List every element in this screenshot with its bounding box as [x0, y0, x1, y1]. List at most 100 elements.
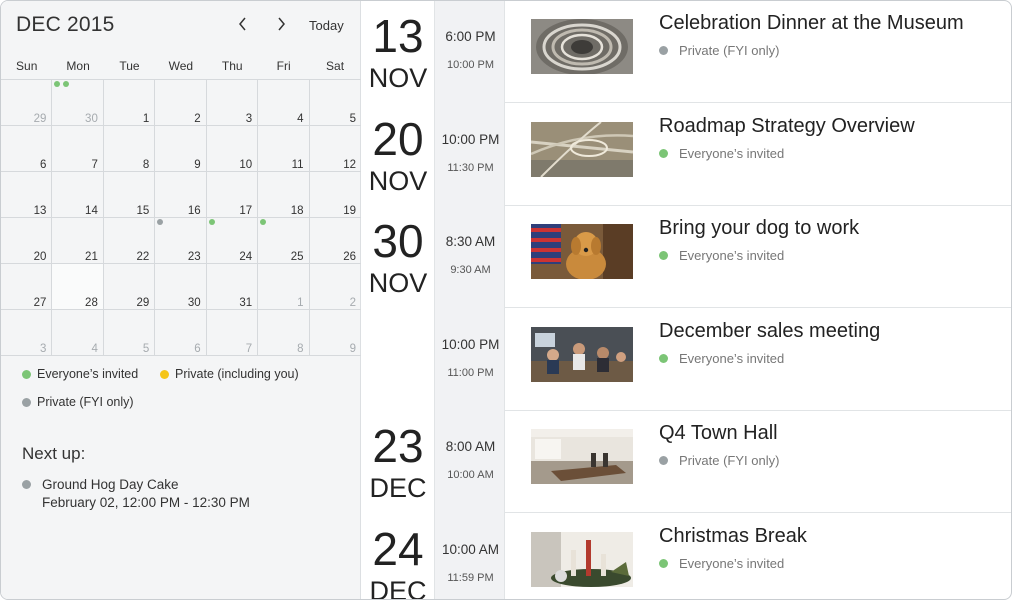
calendar-day-cell[interactable]: 30	[52, 80, 104, 126]
day-number: 27	[33, 297, 47, 309]
calendar-day-cell[interactable]: 1	[258, 264, 310, 310]
event-status: Everyone’s invited	[659, 248, 784, 263]
day-number: 23	[187, 251, 201, 263]
calendar-day-cell[interactable]: 8	[103, 126, 156, 172]
weekday-label: Wed	[168, 59, 194, 73]
event-day-number: 23	[372, 420, 424, 472]
calendar-day-cell[interactable]: 4	[52, 310, 104, 356]
event-row[interactable]: 30 NOV 8:30 AM 9:30 AM Bring your dog to wo…	[362, 206, 1011, 309]
calendar-day-cell[interactable]: 18	[258, 172, 310, 218]
calendar-day-cell[interactable]: 6	[155, 310, 207, 356]
event-row[interactable]: 23 DEC 8:00 AM 10:00 AM Q4 Town Hall Private…	[362, 411, 1011, 514]
today-button[interactable]: Today	[309, 18, 344, 33]
calendar-day-cell[interactable]: 27	[1, 264, 53, 310]
day-number: 5	[349, 113, 356, 125]
calendar-day-cell[interactable]: 1	[103, 80, 156, 126]
day-number: 13	[33, 205, 47, 217]
event-time: 10:00 PM 11:30 PM	[434, 103, 505, 207]
status-dot-icon	[659, 148, 668, 158]
event-row[interactable]: 13 NOV 6:00 PM 10:00 PM Celebration Dinner …	[362, 1, 1011, 104]
calendar-day-cell[interactable]: 5	[309, 80, 361, 126]
golden-retriever-image	[531, 224, 633, 279]
calendar-day-cell[interactable]: 17	[206, 172, 259, 218]
event-row[interactable]: 20 NOV 10:00 PM 11:30 PM Roadmap Strategy O…	[362, 103, 1011, 207]
day-number: 18	[290, 205, 304, 217]
calendar-day-cell[interactable]: 31	[206, 264, 259, 310]
next-up-event[interactable]: Ground Hog Day Cake February 02, 12:00 P…	[22, 476, 250, 512]
calendar-day-cell[interactable]: 15	[103, 172, 156, 218]
event-start-time: 10:00 PM	[441, 336, 500, 352]
calendar-day-cell[interactable]: 11	[258, 126, 310, 172]
event-thumbnail[interactable]	[531, 531, 633, 587]
event-row[interactable]: 10:00 PM 11:00 PM December sales meeting E…	[362, 308, 1011, 412]
calendar-day-cell[interactable]: 3	[206, 80, 259, 126]
calendar-day-cell[interactable]: 25	[258, 218, 310, 264]
month-grid: 29 30 1 2 3 4 5 6 7 8 9 10 11 12 13 14 15 16 17 18 19 20 21 22 2…	[1, 79, 361, 356]
calendar-day-cell[interactable]: 6	[1, 126, 53, 172]
calendar-day-cell[interactable]: 24	[206, 218, 259, 264]
event-title[interactable]: Q4 Town Hall	[659, 422, 778, 445]
calendar-day-cell[interactable]: 22	[103, 218, 156, 264]
calendar-day-cell[interactable]: 19	[309, 172, 361, 218]
event-thumbnail[interactable]	[531, 19, 633, 74]
day-number: 2	[349, 297, 356, 309]
next-month-button[interactable]	[271, 13, 291, 35]
calendar-day-cell[interactable]: 29	[1, 80, 53, 126]
gray-dot-icon	[22, 480, 31, 489]
calendar-day-cell[interactable]: 14	[52, 172, 104, 218]
event-thumbnail[interactable]	[531, 121, 633, 177]
calendar-day-cell[interactable]: 28	[52, 264, 104, 310]
calendar-day-cell[interactable]: 29	[103, 264, 156, 310]
event-time: 10:00 AM 11:59 PM	[434, 513, 505, 599]
day-number: 9	[349, 343, 356, 355]
event-title[interactable]: Roadmap Strategy Overview	[659, 115, 915, 138]
calendar-day-cell[interactable]: 9	[155, 126, 207, 172]
event-title[interactable]: December sales meeting	[659, 320, 880, 343]
day-number: 28	[85, 297, 98, 309]
event-title[interactable]: Celebration Dinner at the Museum	[659, 12, 964, 35]
event-end-time: 11:00 PM	[447, 366, 494, 379]
day-number: 7	[245, 343, 253, 355]
calendar-day-cell[interactable]: 9	[309, 310, 361, 356]
event-status: Everyone’s invited	[659, 146, 784, 161]
day-number: 4	[91, 343, 98, 355]
status-dot-icon	[659, 46, 668, 55]
weekday-label: Sun	[16, 59, 38, 73]
day-number: 24	[239, 251, 253, 263]
event-row[interactable]: 24 DEC 10:00 AM 11:59 PM Christmas Break Eve…	[362, 513, 1011, 599]
calendar-day-cell[interactable]: 7	[52, 126, 104, 172]
event-title[interactable]: Christmas Break	[659, 525, 807, 548]
event-day-number: 13	[372, 10, 424, 62]
event-thumbnail[interactable]	[531, 224, 633, 279]
calendar-day-cell[interactable]: 4	[258, 80, 310, 126]
calendar-day-cell[interactable]: 20	[1, 218, 53, 264]
calendar-day-cell[interactable]: 16	[155, 172, 207, 218]
calendar-day-cell[interactable]: 10	[206, 126, 259, 172]
status-dot-icon	[659, 251, 668, 260]
calendar-sidebar: DEC 2015 Today Sun Mon Tue Wed Thu Fri Sat 29 3…	[1, 1, 361, 599]
calendar-day-cell[interactable]: 8	[258, 310, 310, 356]
calendar-day-cell[interactable]: 30	[155, 264, 207, 310]
calendar-day-cell[interactable]: 23	[155, 218, 207, 264]
event-thumbnail[interactable]	[531, 429, 633, 484]
calendar-day-cell[interactable]: 12	[309, 126, 361, 172]
calendar-day-cell[interactable]: 2	[309, 264, 361, 310]
event-title[interactable]: Bring your dog to work	[659, 217, 859, 240]
next-up-event-title: Ground Hog Day Cake	[42, 477, 179, 492]
event-status-label: Everyone’s invited	[679, 248, 785, 263]
event-start-time: 10:00 AM	[441, 541, 500, 557]
event-start-time: 6:00 PM	[445, 29, 496, 44]
event-date: 24 DEC	[362, 513, 434, 599]
month-title: DEC 2015	[16, 13, 115, 36]
legend-label: Private (FYI only)	[37, 395, 134, 409]
calendar-day-cell[interactable]: 7	[206, 310, 259, 356]
calendar-day-cell[interactable]: 5	[103, 310, 156, 356]
previous-month-button[interactable]	[233, 13, 253, 35]
day-number: 10	[239, 159, 253, 171]
calendar-day-cell[interactable]: 13	[1, 172, 53, 218]
event-thumbnail[interactable]	[531, 326, 633, 382]
calendar-day-cell[interactable]: 26	[309, 218, 361, 264]
calendar-day-cell[interactable]: 3	[1, 310, 53, 356]
calendar-day-cell[interactable]: 2	[155, 80, 207, 126]
calendar-day-cell[interactable]: 21	[52, 218, 104, 264]
